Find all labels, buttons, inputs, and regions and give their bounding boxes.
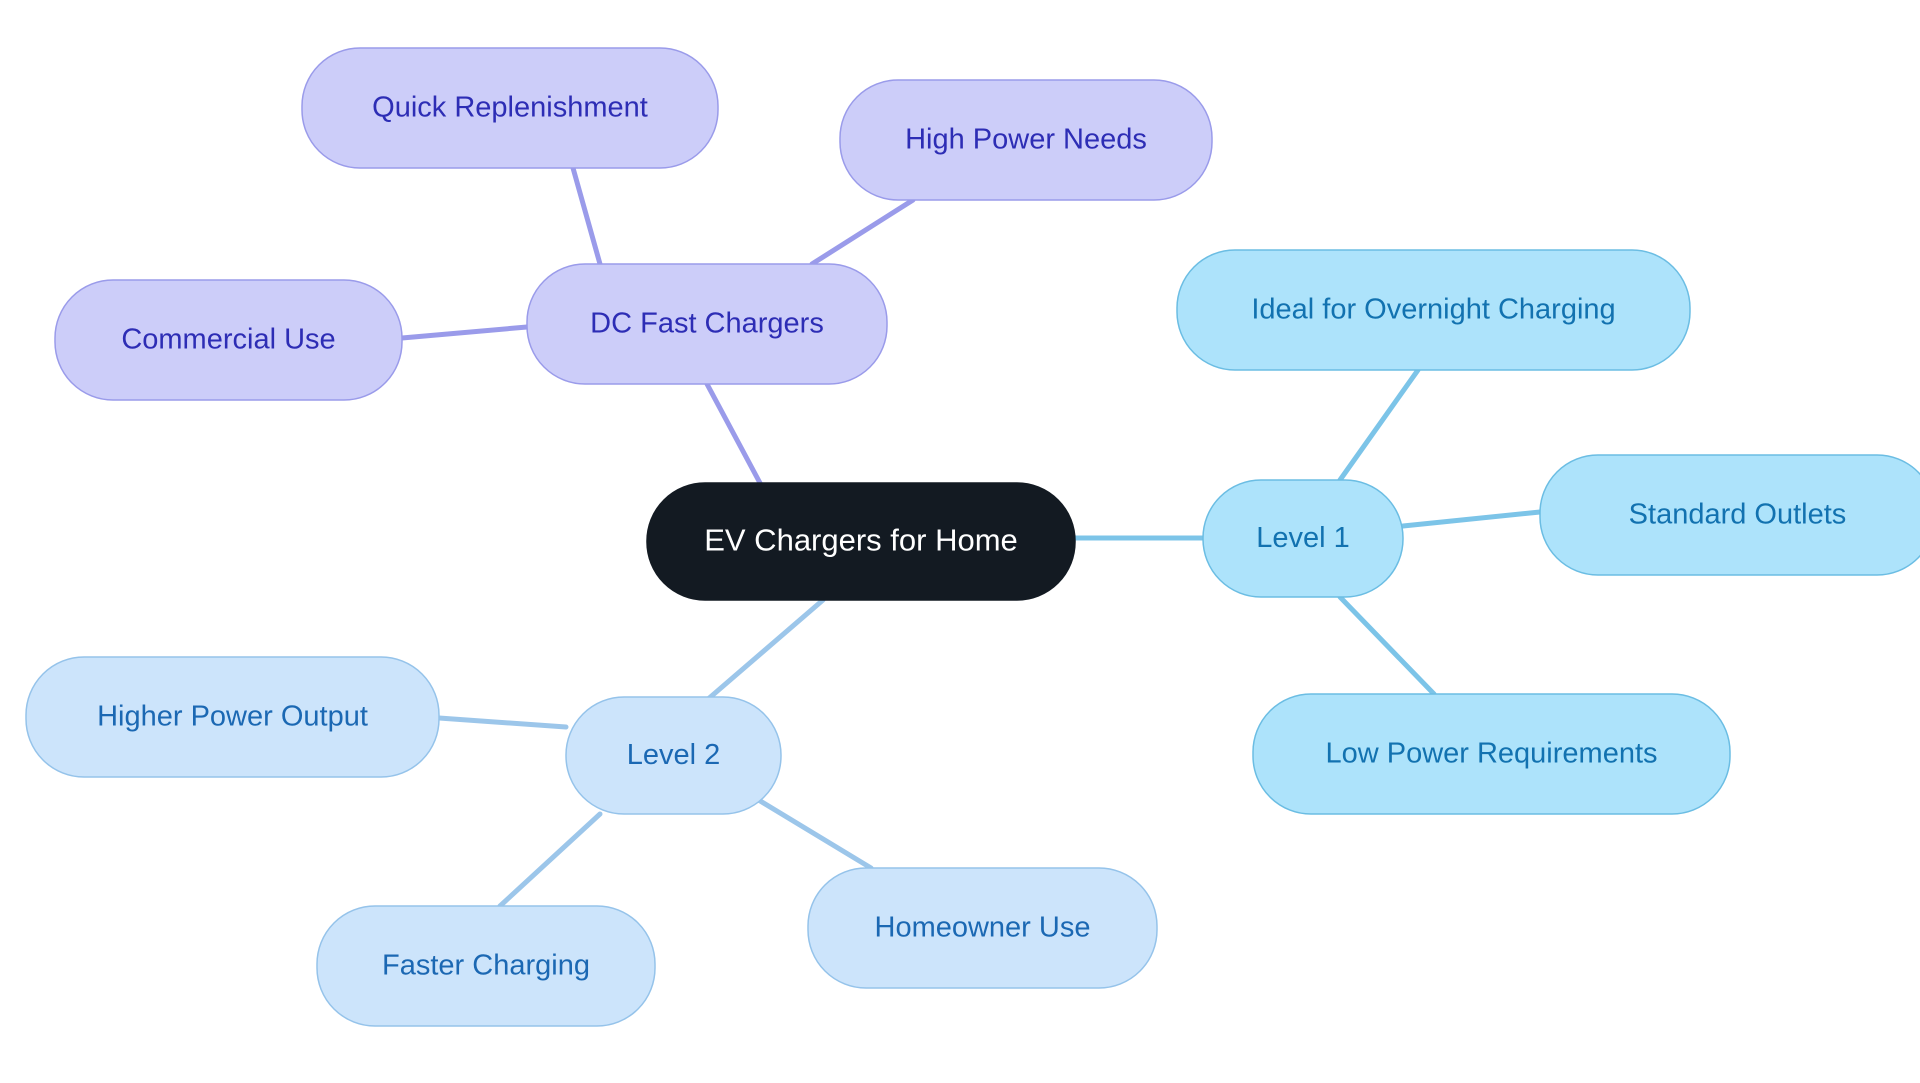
edge-root-level-2	[697, 597, 826, 709]
edge-level1-ideal-overnight	[1337, 367, 1421, 483]
node-level-2[interactable]: Level 2	[565, 696, 782, 815]
node-label-level-1: Level 1	[1256, 522, 1350, 554]
node-quick-replenishment[interactable]: Quick Replenishment	[301, 47, 719, 169]
node-label-homeowner-use: Homeowner Use	[875, 912, 1091, 944]
node-ideal-for-overnight-charging[interactable]: Ideal for Overnight Charging	[1176, 249, 1691, 371]
edge-root-dc-fast-chargers	[704, 381, 763, 486]
mindmap-svg: Quick Replenishment High Power Needs Comme…	[25, 47, 1920, 1027]
node-label-ideal-for-overnight-charging: Ideal for Overnight Charging	[1251, 294, 1615, 326]
node-label-higher-power-output: Higher Power Output	[97, 701, 368, 733]
node-commercial-use[interactable]: Commercial Use	[54, 279, 403, 401]
edge-level2-homeowner-use	[749, 793, 874, 871]
node-label-low-power-requirements: Low Power Requirements	[1325, 738, 1657, 770]
edge-dc-commercial-use	[399, 324, 530, 341]
node-label-faster-charging: Faster Charging	[382, 950, 590, 982]
node-label-dc-fast-chargers: DC Fast Chargers	[590, 308, 824, 340]
edge-level2-faster-charging	[497, 811, 603, 909]
nodes-layer: Quick Replenishment High Power Needs Comme…	[25, 47, 1920, 1027]
node-higher-power-output[interactable]: Higher Power Output	[25, 656, 440, 778]
edge-level1-standard-outlets	[1400, 509, 1543, 529]
node-homeowner-use[interactable]: Homeowner Use	[807, 867, 1158, 989]
mindmap-canvas: Quick Replenishment High Power Needs Comme…	[0, 0, 1920, 1083]
node-label-commercial-use: Commercial Use	[121, 324, 335, 356]
edge-dc-quick-replenishment	[570, 165, 603, 267]
node-high-power-needs[interactable]: High Power Needs	[839, 79, 1213, 201]
node-label-standard-outlets: Standard Outlets	[1629, 499, 1847, 531]
node-low-power-requirements[interactable]: Low Power Requirements	[1252, 693, 1731, 815]
node-root[interactable]: EV Chargers for Home	[646, 482, 1076, 601]
node-label-quick-replenishment: Quick Replenishment	[372, 92, 648, 124]
edge-dc-high-power-needs	[809, 197, 916, 267]
node-dc-fast-chargers[interactable]: DC Fast Chargers	[526, 263, 888, 385]
edge-level2-higher-power	[436, 715, 569, 730]
node-label-root: EV Chargers for Home	[704, 523, 1018, 558]
node-level-1[interactable]: Level 1	[1202, 479, 1404, 598]
node-label-high-power-needs: High Power Needs	[905, 124, 1147, 156]
node-label-level-2: Level 2	[627, 739, 721, 771]
node-faster-charging[interactable]: Faster Charging	[316, 905, 656, 1027]
edge-level1-low-power	[1337, 594, 1437, 697]
node-standard-outlets[interactable]: Standard Outlets	[1539, 454, 1920, 576]
